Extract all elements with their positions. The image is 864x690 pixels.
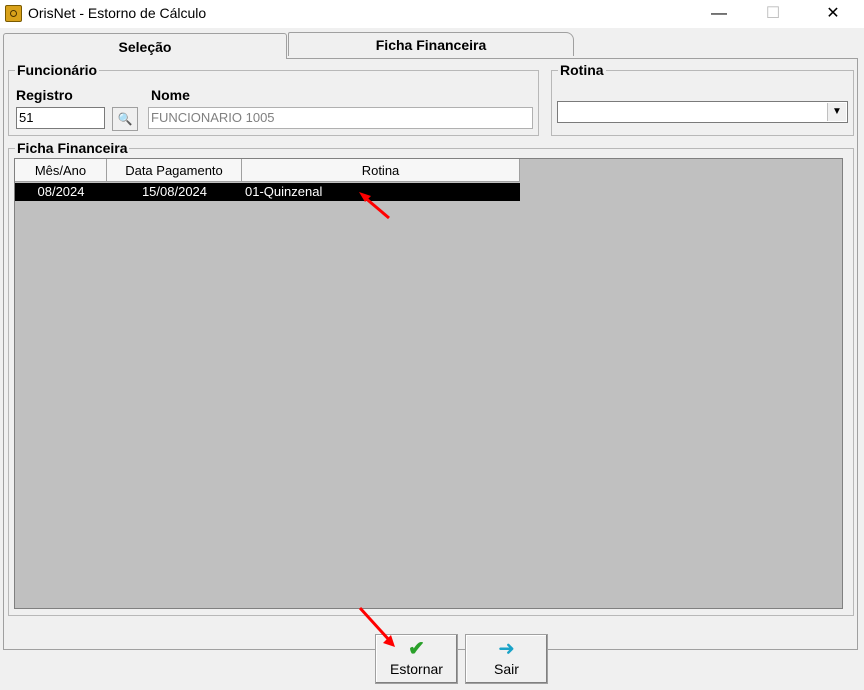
annotation-arrow-icon <box>358 606 395 647</box>
estornar-label: Estornar <box>390 661 443 677</box>
column-header-mes-ano[interactable]: Mês/Ano <box>15 159 107 182</box>
maximize-button[interactable]: ☐ <box>750 0 796 28</box>
registro-label: Registro <box>16 87 73 103</box>
nome-label: Nome <box>151 87 190 103</box>
annotation-arrow-icon <box>359 192 390 220</box>
ficha-grid[interactable]: Mês/Ano Data Pagamento Rotina 08/2024 15… <box>14 158 843 609</box>
window-title: OrisNet - Estorno de Cálculo <box>28 5 207 21</box>
close-button[interactable]: ✕ <box>810 0 856 28</box>
minimize-button[interactable]: — <box>696 0 742 28</box>
rotina-select[interactable]: ▼ <box>557 101 848 123</box>
cell-data-pagamento: 15/08/2024 <box>141 184 208 199</box>
chevron-down-icon[interactable]: ▼ <box>827 103 846 121</box>
rotina-group-title: Rotina <box>558 62 606 78</box>
ficha-financeira-group-title: Ficha Financeira <box>15 140 130 156</box>
column-header-data-pagamento[interactable]: Data Pagamento <box>107 159 242 182</box>
search-people-icon: 🔍 <box>117 112 133 126</box>
tab-selecao[interactable]: Seleção <box>3 33 287 59</box>
cell-mes-ano: 08/2024 <box>37 184 85 199</box>
sair-button[interactable]: ➜ Sair <box>465 634 548 684</box>
funcionario-group-title: Funcionário <box>15 62 100 78</box>
title-bar: OrisNet - Estorno de Cálculo — ☐ ✕ <box>0 0 864 28</box>
arrow-right-icon: ➜ <box>498 638 515 660</box>
grid-header: Mês/Ano Data Pagamento Rotina <box>15 159 520 182</box>
tab-ficha-financeira[interactable]: Ficha Financeira <box>288 32 574 56</box>
app-icon <box>5 5 22 22</box>
column-header-rotina[interactable]: Rotina <box>242 159 520 182</box>
table-row[interactable]: 08/2024 15/08/2024 01-Quinzenal <box>15 183 520 201</box>
nome-field: FUNCIONARIO 1005 <box>148 107 533 129</box>
registro-field[interactable]: 51 <box>16 107 105 129</box>
lookup-button[interactable]: 🔍 <box>112 107 138 131</box>
sair-label: Sair <box>494 661 519 677</box>
